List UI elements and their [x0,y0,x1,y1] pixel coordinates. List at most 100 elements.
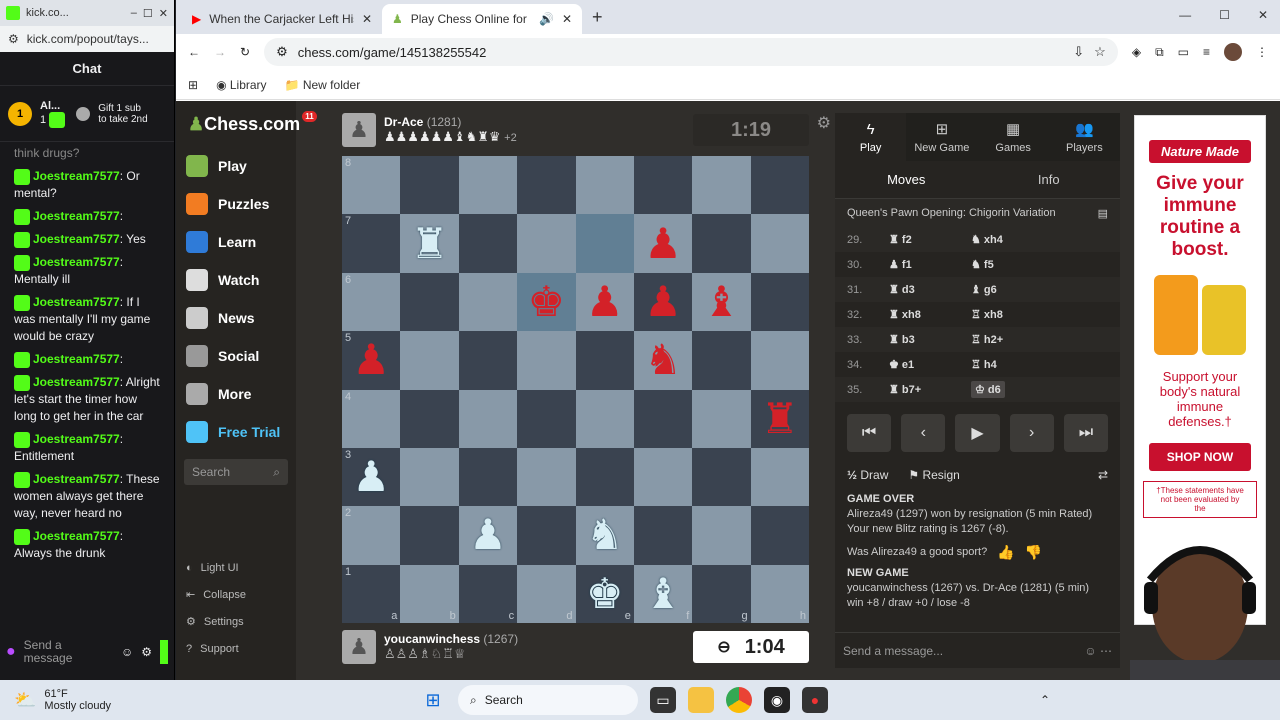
white-move[interactable]: ♜ d3 [889,283,971,296]
reload-icon[interactable]: ↻ [240,45,250,59]
move-row[interactable]: 31. ♜ d3 ♝ g6 [835,277,1120,302]
white-move[interactable]: ♜ b3 [889,333,971,346]
square-h8[interactable] [750,156,809,215]
chat-username[interactable]: Joestream7577 [33,529,120,543]
weather-widget[interactable]: ⛅ 61°F Mostly cloudy [0,688,420,712]
square-a3[interactable]: ♟ 3 [342,447,401,507]
panel-tab[interactable]: 👥 Players [1049,113,1120,161]
nav-free-trial[interactable]: Free Trial [176,413,296,451]
tray-chevron-icon[interactable]: ⌃ [1040,693,1050,707]
close-icon[interactable]: ✕ [1258,8,1268,22]
prev-move-button[interactable]: ‹ [901,414,946,452]
square-a4[interactable]: 4 [342,389,401,448]
red-pawn-icon[interactable]: ♟ [352,339,390,381]
red-pawn-icon[interactable]: ♟ [644,280,682,323]
square-e8[interactable] [575,156,634,215]
omnibox[interactable]: ⚙ chess.com/game/145138255542 ⇩ ☆ [264,38,1118,66]
square-b2[interactable] [400,506,459,565]
recording-icon[interactable]: ● [802,687,828,713]
site-info-icon[interactable]: ⚙ [276,44,288,60]
square-d7[interactable] [517,214,576,273]
square-e7[interactable] [575,214,634,273]
nav-social[interactable]: Social [176,337,296,375]
windows-start-icon[interactable]: ⊞ [420,687,446,713]
square-f4[interactable] [633,389,693,448]
chat-input[interactable]: Send a message [24,639,113,665]
obs-icon[interactable]: ◉ [764,687,790,713]
chat-username[interactable]: Joestream7577 [33,295,120,309]
square-g8[interactable] [692,156,751,215]
nav-light-ui[interactable]: ◐ Light UI [176,554,296,581]
opponent-name[interactable]: Dr-Ace [384,115,423,129]
move-row[interactable]: 35. ♜ b7+ ♔ d6 [835,377,1120,402]
apps-icon[interactable]: ⊞ [188,78,198,92]
minimize-icon[interactable]: – [131,7,137,19]
nav-news[interactable]: News [176,299,296,337]
square-f5[interactable]: ♞ [633,331,693,390]
forward-icon[interactable]: → [214,45,226,59]
list-icon[interactable]: ≡ [1203,45,1210,59]
chat-username[interactable]: Joestream7577 [33,432,120,446]
chat-username[interactable]: Joestream7577 [33,169,120,183]
last-move-button[interactable]: ⏭ [1063,414,1109,452]
move-row[interactable]: 32. ♜ xh8 ♖ xh8 [835,302,1120,327]
square-h2[interactable] [750,506,809,565]
square-g7[interactable] [692,214,751,273]
panel-tab[interactable]: ▦ Games [978,113,1049,161]
square-f2[interactable] [633,506,693,565]
square-h5[interactable] [750,331,809,390]
maximize-icon[interactable]: ☐ [1219,8,1230,22]
ad-cta-button[interactable]: SHOP NOW [1149,443,1251,471]
tab-moves[interactable]: Moves [835,161,978,198]
square-c6[interactable] [458,272,518,332]
square-c7[interactable] [458,214,518,273]
star-icon[interactable]: ☆ [1094,44,1106,60]
square-f1[interactable]: ♝ f [633,564,693,623]
square-b8[interactable] [400,156,459,215]
square-a7[interactable]: 7 [342,214,401,273]
square-g1[interactable]: g [692,564,751,623]
square-g5[interactable] [692,331,751,390]
next-move-button[interactable]: › [1009,414,1054,452]
square-d3[interactable] [517,447,576,507]
move-list[interactable]: 29. ♜ f2 ♞ xh4 30. ♟ f1 ♞ f5 31. ♜ d3 ♝ g6 32. ♜ x… [835,227,1120,402]
square-c5[interactable] [458,331,518,390]
square-a2[interactable]: 2 [342,506,401,565]
bookmark-folder[interactable]: 📁 New folder [285,78,361,92]
flip-board-icon[interactable]: ⇄ [1098,468,1108,482]
kick-urlbar[interactable]: ⚙ kick.com/popout/tays... [0,26,174,52]
square-d2[interactable] [517,506,576,565]
square-g3[interactable] [692,447,751,507]
search-icon[interactable]: ⌕ [273,465,280,480]
move-row[interactable]: 34. ♚ e1 ♖ h4 [835,352,1120,377]
move-row[interactable]: 33. ♜ b3 ♖ h2+ [835,327,1120,352]
square-d8[interactable] [517,156,576,215]
cast-icon[interactable]: ▭ [1178,45,1189,59]
menu-icon[interactable]: ⋮ [1256,45,1268,59]
white-pawn-icon[interactable]: ♟ [352,456,390,498]
square-a5[interactable]: ♟ 5 [342,331,401,390]
white-pawn-icon[interactable]: ♟ [469,514,507,556]
square-a8[interactable]: 8 [342,156,401,215]
square-c8[interactable] [458,156,518,215]
tab-close-icon[interactable]: ✕ [362,12,372,26]
first-move-button[interactable]: ⏮ [847,414,892,452]
square-b1[interactable]: b [400,564,459,623]
square-b4[interactable] [400,389,459,448]
resign-button[interactable]: ⚑ Resign [908,468,959,482]
tab-chess[interactable]: ♟ Play Chess Online for FREE 🔊 ✕ [382,4,582,34]
black-move[interactable]: ♝ g6 [971,283,997,296]
white-rook-icon[interactable]: ♜ [411,222,449,265]
nav-watch[interactable]: Watch [176,261,296,299]
tab-youtube[interactable]: ▶ When the Carjacker Left His ID I ✕ [182,4,382,34]
square-c1[interactable]: c [458,564,518,623]
square-f7[interactable]: ♟ [633,214,693,273]
square-c2[interactable]: ♟ [458,506,518,565]
square-h7[interactable] [750,214,809,273]
chat-username[interactable]: Joestream7577 [33,209,120,223]
black-move[interactable]: ♖ h4 [971,358,997,371]
nav-more[interactable]: More [176,375,296,413]
nav-support[interactable]: ? Support [176,635,296,662]
square-h1[interactable]: h [750,564,809,623]
chat-username[interactable]: Joestream7577 [33,232,120,246]
